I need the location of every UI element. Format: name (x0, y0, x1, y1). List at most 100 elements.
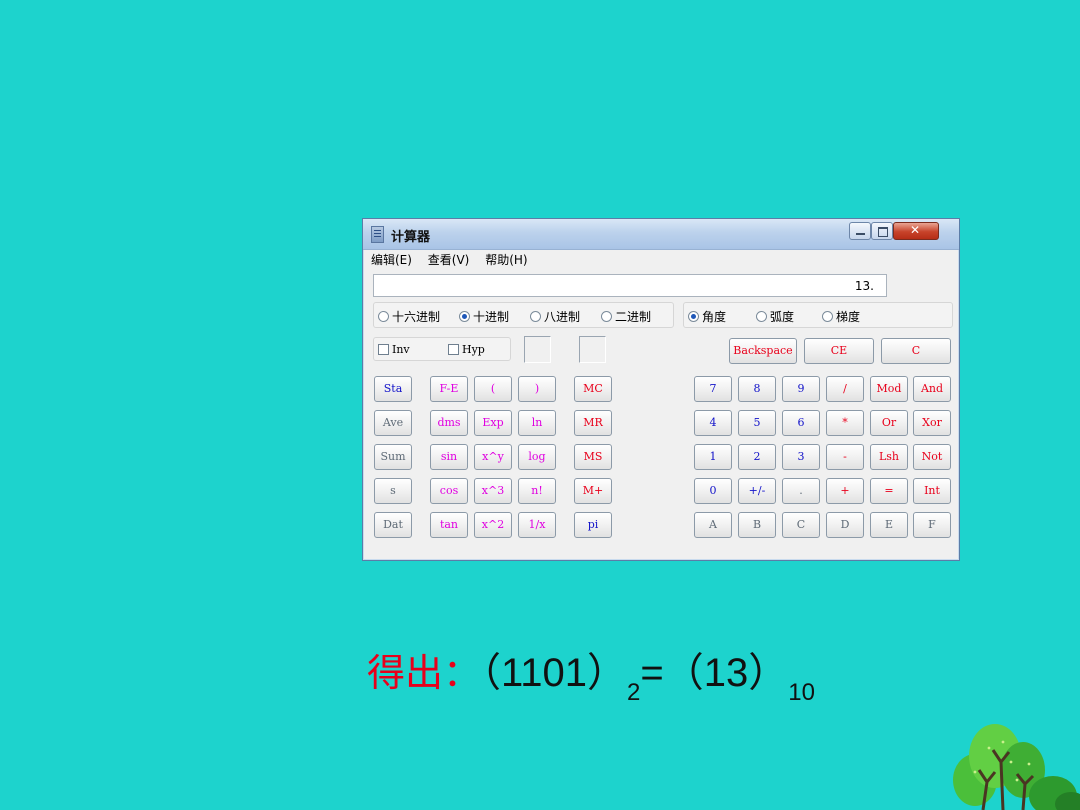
fe-button[interactable]: F-E (430, 376, 468, 402)
calculator-window: 计算器 编辑(E) 查看(V) 帮助(H) 13. 十六进制 十进制 八进制 二… (362, 218, 960, 561)
digit-2-button[interactable]: 2 (738, 444, 776, 470)
hex-b-button[interactable]: B (738, 512, 776, 538)
power-button[interactable]: x^y (474, 444, 512, 470)
digit-7-button[interactable]: 7 (694, 376, 732, 402)
radio-label: 二进制 (615, 310, 652, 324)
hex-c-button[interactable]: C (782, 512, 820, 538)
checkbox-box[interactable] (448, 344, 459, 355)
digit-6-button[interactable]: 6 (782, 410, 820, 436)
radio-circle-selected[interactable] (688, 311, 699, 322)
radio-circle[interactable] (530, 311, 541, 322)
window-title: 计算器 (391, 230, 431, 245)
mr-button[interactable]: MR (574, 410, 612, 436)
angle-unit-group: 角度 弧度 梯度 (683, 302, 953, 328)
mc-button[interactable]: MC (574, 376, 612, 402)
backspace-button[interactable]: Backspace (729, 338, 797, 364)
checkbox-box[interactable] (378, 344, 389, 355)
square-button[interactable]: x^2 (474, 512, 512, 538)
add-button[interactable]: + (826, 478, 864, 504)
title-bar[interactable]: 计算器 (363, 219, 959, 250)
radio-label: 角度 (702, 310, 727, 324)
trees-decoration-icon (953, 724, 1080, 810)
digit-0-button[interactable]: 0 (694, 478, 732, 504)
clear-button[interactable]: C (881, 338, 951, 364)
digit-1-button[interactable]: 1 (694, 444, 732, 470)
pi-button[interactable]: pi (574, 512, 612, 538)
radio-hex[interactable]: 十六进制 (378, 308, 440, 325)
menu-edit[interactable]: 编辑(E) (371, 253, 412, 267)
reciprocal-button[interactable]: 1/x (518, 512, 556, 538)
ms-button[interactable]: MS (574, 444, 612, 470)
open-paren-button[interactable]: ( (474, 376, 512, 402)
digit-4-button[interactable]: 4 (694, 410, 732, 436)
negate-button[interactable]: +/- (738, 478, 776, 504)
dat-button[interactable]: Dat (374, 512, 412, 538)
ave-button[interactable]: Ave (374, 410, 412, 436)
radio-degrees[interactable]: 角度 (688, 308, 726, 325)
menu-view[interactable]: 查看(V) (428, 253, 470, 267)
factorial-button[interactable]: n! (518, 478, 556, 504)
radio-dec[interactable]: 十进制 (459, 308, 509, 325)
divide-button[interactable]: / (826, 376, 864, 402)
radio-gradians[interactable]: 梯度 (822, 308, 860, 325)
sum-button[interactable]: Sum (374, 444, 412, 470)
sta-button[interactable]: Sta (374, 376, 412, 402)
radio-oct[interactable]: 八进制 (530, 308, 580, 325)
decimal-base: 10 (788, 679, 815, 706)
checkbox-inv[interactable]: Inv (378, 343, 410, 356)
maximize-button[interactable] (871, 222, 893, 240)
checkbox-hyp[interactable]: Hyp (448, 343, 485, 356)
menu-bar: 编辑(E) 查看(V) 帮助(H) (371, 251, 540, 269)
multiply-button[interactable]: * (826, 410, 864, 436)
menu-help[interactable]: 帮助(H) (485, 253, 527, 267)
hex-d-button[interactable]: D (826, 512, 864, 538)
radio-label: 十六进制 (392, 310, 441, 324)
conversion-result: 得出：（1101）2=（13）10 (367, 640, 815, 706)
digit-8-button[interactable]: 8 (738, 376, 776, 402)
s-button[interactable]: s (374, 478, 412, 504)
radio-label: 弧度 (770, 310, 795, 324)
minimize-button[interactable] (849, 222, 871, 240)
close-paren-button[interactable]: ) (518, 376, 556, 402)
digit-9-button[interactable]: 9 (782, 376, 820, 402)
ln-button[interactable]: ln (518, 410, 556, 436)
digit-3-button[interactable]: 3 (782, 444, 820, 470)
tan-button[interactable]: tan (430, 512, 468, 538)
sin-button[interactable]: sin (430, 444, 468, 470)
radio-radians[interactable]: 弧度 (756, 308, 794, 325)
checkbox-label: Inv (392, 343, 410, 356)
digit-5-button[interactable]: 5 (738, 410, 776, 436)
radio-circle[interactable] (378, 311, 389, 322)
hex-a-button[interactable]: A (694, 512, 732, 538)
cube-button[interactable]: x^3 (474, 478, 512, 504)
cos-button[interactable]: cos (430, 478, 468, 504)
xor-button[interactable]: Xor (913, 410, 951, 436)
radio-bin[interactable]: 二进制 (601, 308, 651, 325)
calculator-display: 13. (373, 274, 887, 297)
or-button[interactable]: Or (870, 410, 908, 436)
lsh-button[interactable]: Lsh (870, 444, 908, 470)
not-button[interactable]: Not (913, 444, 951, 470)
radio-circle[interactable] (601, 311, 612, 322)
equals-button[interactable]: = (870, 478, 908, 504)
ce-button[interactable]: CE (804, 338, 874, 364)
int-button[interactable]: Int (913, 478, 951, 504)
and-button[interactable]: And (913, 376, 951, 402)
decimal-button[interactable]: . (782, 478, 820, 504)
binary-base: 2 (627, 679, 641, 706)
checkbox-label: Hyp (462, 343, 485, 356)
close-button[interactable] (893, 222, 939, 240)
hex-f-button[interactable]: F (913, 512, 951, 538)
m-plus-button[interactable]: M+ (574, 478, 612, 504)
radio-circle-selected[interactable] (459, 311, 470, 322)
radio-label: 梯度 (836, 310, 861, 324)
subtract-button[interactable]: - (826, 444, 864, 470)
mod-button[interactable]: Mod (870, 376, 908, 402)
radio-circle[interactable] (756, 311, 767, 322)
log-button[interactable]: log (518, 444, 556, 470)
exp-button[interactable]: Exp (474, 410, 512, 436)
hex-e-button[interactable]: E (870, 512, 908, 538)
inv-hyp-group: Inv Hyp (373, 337, 511, 361)
radio-circle[interactable] (822, 311, 833, 322)
dms-button[interactable]: dms (430, 410, 468, 436)
